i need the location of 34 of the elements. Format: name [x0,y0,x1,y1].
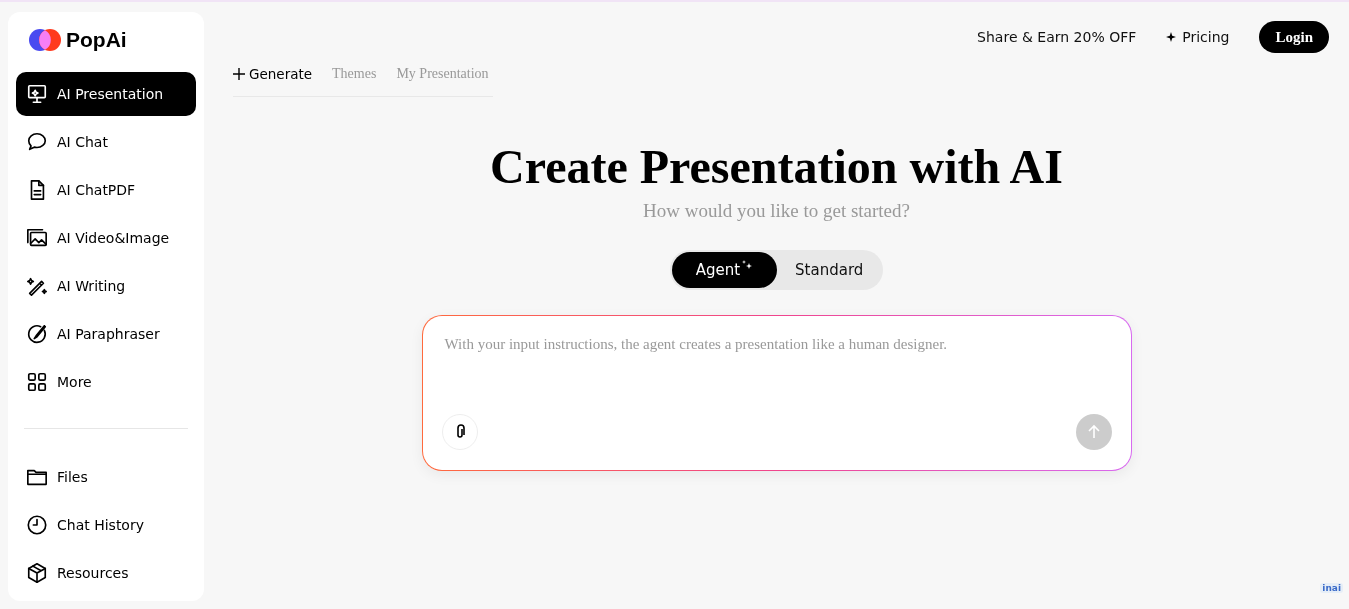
tab[interactable]: Generate [233,66,313,82]
sidebar-item[interactable]: AI Writing [16,264,196,308]
attach-button[interactable] [441,414,478,450]
grid-icon [26,371,48,393]
mode-option[interactable]: Standard [777,252,882,288]
sidebar-item[interactable]: AI Paraphraser [16,312,196,356]
sidebar-item[interactable]: Files [16,455,196,499]
sidebar-item[interactable]: Chat History [16,503,196,547]
share-link[interactable]: Share & Earn 20% OFF [977,29,1137,45]
sidebar-item[interactable]: AI ChatPDF [16,168,196,212]
sparkle-icon [1166,32,1177,42]
sidebar-item[interactable]: AI Video&Image [16,216,196,260]
subtitle: How would you like to get started? [643,200,910,222]
speech-bubble-icon [26,131,48,153]
pen-circle-icon [26,323,48,345]
corner-badge[interactable]: inai [1320,583,1343,593]
sidebar-item[interactable]: AI Chat [16,120,196,164]
sidebar-item[interactable]: More [16,360,196,404]
plus-icon [233,68,245,80]
prompt-box[interactable]: With your input instructions, the agent creates a presentation like a human designer. [421,315,1132,471]
prompt-field[interactable]: With your input instructions, the agent creates a presentation like a human designer. [442,334,1111,414]
mode-option[interactable]: Agent [671,252,778,288]
page-title: Create Presentation with AI [490,139,1063,194]
sidebar-item[interactable]: AI Presentation [16,72,196,116]
login-button[interactable]: Login [1259,21,1329,53]
sidebar-item[interactable]: Resources [16,551,196,595]
brand-name: PopAi [66,28,127,52]
pricing-link[interactable]: Pricing [1166,29,1230,45]
logo-icon [28,28,62,52]
cube-icon [26,562,48,584]
image-icon [26,227,48,249]
presentation-icon [26,83,48,105]
clock-icon [26,514,48,536]
magic-wand-icon [26,275,48,297]
